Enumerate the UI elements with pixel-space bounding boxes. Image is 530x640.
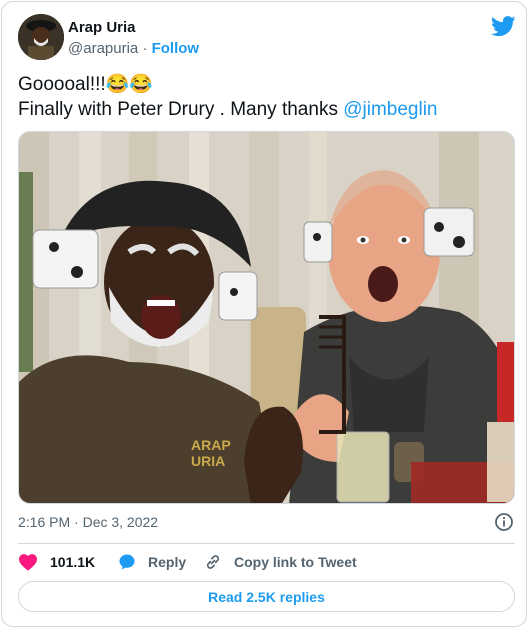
shirt-logo-line-1: ARAP (191, 437, 231, 453)
tweet-text-line-1: Gooooal!!!😂😂 (18, 74, 153, 95)
author-avatar[interactable] (18, 14, 64, 60)
like-button[interactable]: 101.1K (18, 551, 95, 573)
copy-link-button[interactable]: Copy link to Tweet (204, 551, 357, 573)
likes-count: 101.1K (50, 554, 96, 570)
tweet-timestamp[interactable]: 2:16 PM · Dec 3, 2022 (18, 514, 158, 530)
read-replies-button[interactable]: Read 2.5K replies (18, 581, 515, 612)
mention-link[interactable]: @jimbeglin (343, 99, 437, 120)
info-icon[interactable] (494, 512, 514, 532)
reply-label: Reply (148, 554, 187, 570)
heart-icon (19, 554, 37, 571)
reply-bubble-icon (119, 554, 135, 570)
author-handle[interactable]: @arapuria (68, 40, 138, 57)
tweet-embed-card: Arap Uria @arapuria · Follow Gooooal!!!😂… (1, 1, 527, 627)
shirt-logo-line-2: URIA (191, 453, 225, 469)
author-name[interactable]: Arap Uria (68, 19, 136, 36)
twitter-bird-icon[interactable] (491, 16, 516, 37)
copy-link-label: Copy link to Tweet (234, 554, 357, 570)
tweet-text: Gooooal!!!😂😂 Finally with Peter Drury . … (18, 72, 508, 122)
follow-link[interactable]: Follow (152, 40, 200, 57)
author-handle-row: @arapuria · Follow (68, 40, 199, 57)
reply-button[interactable]: Reply (118, 551, 186, 573)
separator-dot: · (142, 40, 148, 57)
tweet-text-body: Finally with Peter Drury . Many thanks (18, 99, 344, 120)
link-icon (206, 555, 220, 569)
divider (18, 543, 515, 544)
tweet-text-line-2: Finally with Peter Drury . Many thanks @… (18, 97, 508, 122)
tweet-photo[interactable]: ARAP URIA (18, 131, 515, 504)
